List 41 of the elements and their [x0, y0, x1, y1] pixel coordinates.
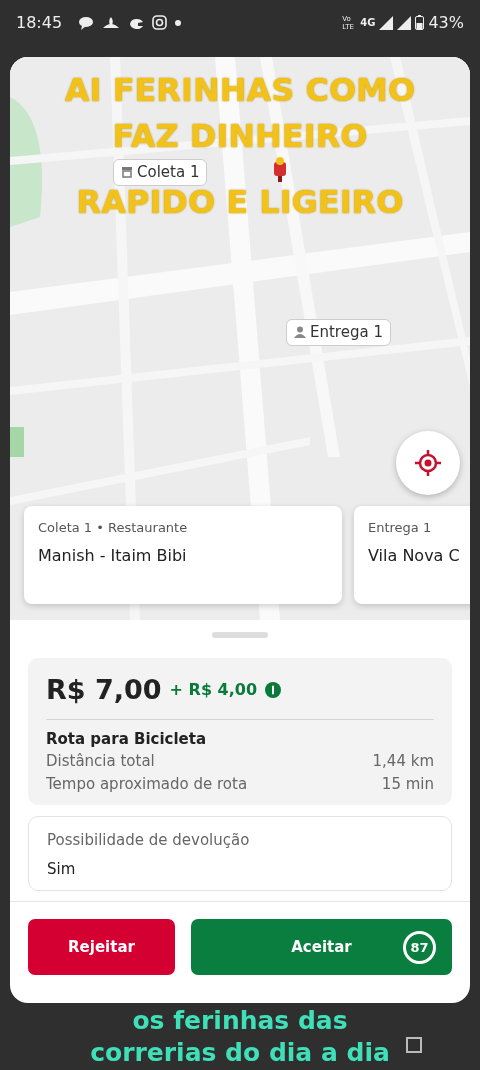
route-title: Rota para Bicicleta: [46, 728, 208, 750]
battery-percentage: 43%: [428, 11, 464, 34]
stop-card[interactable]: Entrega 1 Vila Nova C: [354, 506, 470, 604]
price: R$ 7,00: [46, 673, 162, 707]
map-marker-label[interactable]: Entrega 1: [286, 319, 391, 346]
chat-bubble-icon: [78, 15, 95, 30]
coin-badge-icon: [265, 682, 282, 699]
caption-text: RAPIDO E LIGEIRO: [76, 184, 404, 220]
drag-handle[interactable]: [212, 632, 268, 638]
bicycle-courier-icon: [272, 156, 288, 182]
stop-name: Vila Nova C: [368, 544, 461, 567]
battery-icon: [415, 15, 425, 30]
route-detail-value: 1,44 km: [372, 751, 434, 772]
stop-label: Entrega 1: [368, 519, 433, 537]
accept-button[interactable]: Aceitar 87: [191, 919, 452, 975]
stop-name: Manish - Itaim Bibi: [38, 544, 188, 567]
signal-icon: [397, 15, 412, 30]
person-icon: [294, 326, 306, 339]
bonus-amount: + R$ 4,00: [169, 679, 258, 702]
route-detail-label: Tempo aproximado de rota: [46, 773, 248, 795]
store-icon: [121, 166, 133, 179]
caption-text: AI FERINHAS COMO: [64, 72, 416, 108]
route-detail-label: Distância total: [46, 751, 155, 772]
caption-text: correrias do dia a dia: [90, 1037, 390, 1069]
route-detail-value: 15 min: [381, 773, 434, 795]
stop-label: Coleta 1 • Restaurante: [38, 519, 189, 537]
network-label: 4G: [360, 16, 376, 30]
caption-text: FAZ DINHEIRO: [112, 118, 368, 154]
target-icon: [415, 450, 441, 476]
camera-icon: [152, 15, 168, 30]
notification-dot-icon: [175, 19, 182, 26]
signal-icon: [379, 15, 394, 30]
clock: 18:45: [16, 11, 63, 34]
caption-text: os ferinhas das: [132, 1005, 348, 1037]
map-marker-label[interactable]: Coleta 1: [113, 159, 208, 186]
return-value: Sim: [47, 858, 77, 880]
recent-apps-icon[interactable]: [405, 1036, 423, 1054]
reject-button[interactable]: Rejeitar: [28, 919, 175, 975]
countdown-timer: 87: [403, 931, 436, 964]
return-label: Possibilidade de devolução: [47, 830, 251, 851]
stop-card[interactable]: Coleta 1 • Restaurante Manish - Itaim Bibi: [24, 506, 342, 604]
